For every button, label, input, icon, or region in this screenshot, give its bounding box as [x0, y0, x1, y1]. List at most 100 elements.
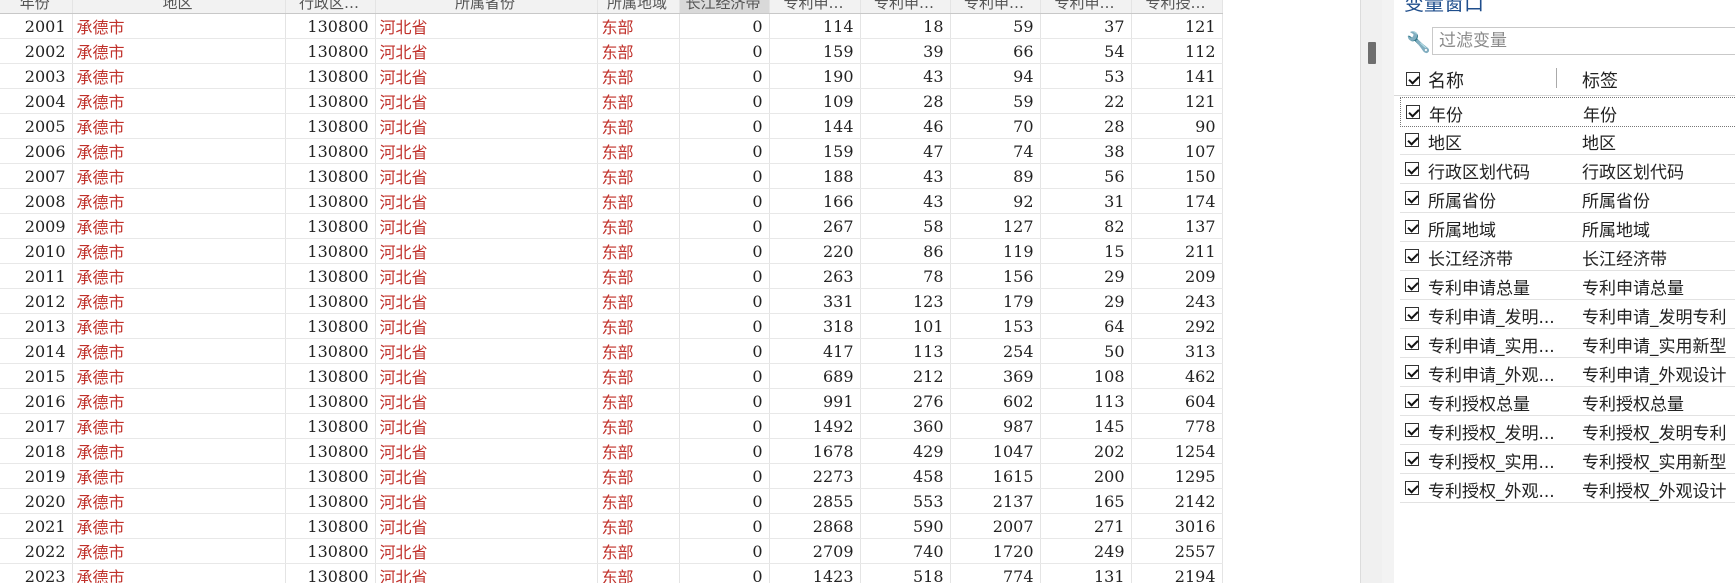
table-cell[interactable]: 承德市	[72, 238, 286, 264]
variable-row[interactable]: 专利申请_实用... 专利申请_实用新型	[1400, 329, 1735, 358]
table-cell[interactable]: 462	[1131, 363, 1223, 389]
table-cell[interactable]: 承德市	[72, 363, 286, 389]
table-cell[interactable]: 53	[1040, 63, 1132, 89]
table-cell[interactable]: 承德市	[72, 263, 286, 289]
table-cell[interactable]: 0	[679, 513, 770, 539]
table-cell[interactable]: 130800	[285, 513, 376, 539]
table-cell[interactable]: 2008	[0, 188, 73, 214]
table-cell[interactable]: 292	[1131, 313, 1223, 339]
table-cell[interactable]: 188	[769, 163, 861, 189]
table-cell[interactable]: 承德市	[72, 488, 286, 514]
table-cell[interactable]: 121	[1131, 13, 1223, 39]
table-cell[interactable]: 0	[679, 388, 770, 414]
table-cell[interactable]: 0	[679, 288, 770, 314]
table-cell[interactable]: 156	[950, 263, 1041, 289]
table-cell[interactable]: 318	[769, 313, 861, 339]
table-cell[interactable]: 河北省	[375, 563, 598, 583]
variable-checkbox[interactable]	[1406, 105, 1420, 119]
table-cell[interactable]: 2273	[769, 463, 861, 489]
table-cell[interactable]: 2016	[0, 388, 73, 414]
table-cell[interactable]: 130800	[285, 63, 376, 89]
table-cell[interactable]: 承德市	[72, 388, 286, 414]
table-cell[interactable]: 2011	[0, 263, 73, 289]
table-cell[interactable]: 东部	[597, 538, 680, 564]
table-cell[interactable]: 0	[679, 138, 770, 164]
table-cell[interactable]: 119	[950, 238, 1041, 264]
table-cell[interactable]: 承德市	[72, 538, 286, 564]
table-cell[interactable]: 131	[1040, 563, 1132, 583]
table-cell[interactable]: 2194	[1131, 563, 1223, 583]
variable-row[interactable]: 行政区划代码 行政区划代码	[1400, 155, 1735, 184]
table-cell[interactable]: 130800	[285, 338, 376, 364]
variable-checkbox[interactable]	[1405, 365, 1419, 379]
table-cell[interactable]: 29	[1040, 288, 1132, 314]
table-cell[interactable]: 承德市	[72, 113, 286, 139]
data-editor-grid[interactable]: 年份 地区 行政区… 所属省份 所属地域 长江经济带 专利申… 专利申… 专利申… 专利申… 专利授…	[0, 0, 1360, 583]
variable-row[interactable]: 专利授权_实用... 专利授权_实用新型	[1400, 445, 1735, 474]
table-cell[interactable]: 112	[1131, 38, 1223, 64]
table-cell[interactable]: 东部	[597, 513, 680, 539]
column-header[interactable]: 专利授…	[1131, 0, 1223, 14]
table-cell[interactable]: 东部	[597, 63, 680, 89]
table-cell[interactable]: 东部	[597, 288, 680, 314]
table-cell[interactable]: 2005	[0, 113, 73, 139]
table-cell[interactable]: 0	[679, 563, 770, 583]
table-cell[interactable]: 130800	[285, 163, 376, 189]
table-cell[interactable]: 74	[950, 138, 1041, 164]
table-cell[interactable]: 130800	[285, 538, 376, 564]
table-cell[interactable]: 承德市	[72, 338, 286, 364]
table-cell[interactable]: 39	[860, 38, 951, 64]
table-cell[interactable]: 121	[1131, 88, 1223, 114]
table-cell[interactable]: 159	[769, 38, 861, 64]
table-cell[interactable]: 东部	[597, 563, 680, 583]
table-cell[interactable]: 承德市	[72, 63, 286, 89]
table-cell[interactable]: 38	[1040, 138, 1132, 164]
table-cell[interactable]: 18	[860, 13, 951, 39]
column-header[interactable]: 年份	[0, 0, 73, 14]
table-cell[interactable]: 429	[860, 438, 951, 464]
table-cell[interactable]: 130800	[285, 138, 376, 164]
table-cell[interactable]: 河北省	[375, 38, 598, 64]
table-cell[interactable]: 78	[860, 263, 951, 289]
table-cell[interactable]: 276	[860, 388, 951, 414]
table-cell[interactable]: 0	[679, 313, 770, 339]
table-cell[interactable]: 590	[860, 513, 951, 539]
table-cell[interactable]: 东部	[597, 113, 680, 139]
table-cell[interactable]: 267	[769, 213, 861, 239]
table-cell[interactable]: 331	[769, 288, 861, 314]
table-cell[interactable]: 458	[860, 463, 951, 489]
table-cell[interactable]: 166	[769, 188, 861, 214]
table-cell[interactable]: 70	[950, 113, 1041, 139]
table-cell[interactable]: 河北省	[375, 188, 598, 214]
table-cell[interactable]: 东部	[597, 238, 680, 264]
table-cell[interactable]: 689	[769, 363, 861, 389]
table-cell[interactable]: 89	[950, 163, 1041, 189]
table-cell[interactable]: 河北省	[375, 538, 598, 564]
table-cell[interactable]: 150	[1131, 163, 1223, 189]
table-cell[interactable]: 0	[679, 438, 770, 464]
table-cell[interactable]: 河北省	[375, 313, 598, 339]
table-cell[interactable]: 209	[1131, 263, 1223, 289]
table-cell[interactable]: 740	[860, 538, 951, 564]
table-cell[interactable]: 174	[1131, 188, 1223, 214]
table-cell[interactable]: 211	[1131, 238, 1223, 264]
column-header[interactable]: 专利申…	[860, 0, 951, 14]
table-cell[interactable]: 2013	[0, 313, 73, 339]
variable-row[interactable]: 专利授权_发明... 专利授权_发明专利	[1400, 416, 1735, 445]
table-cell[interactable]: 河北省	[375, 363, 598, 389]
table-cell[interactable]: 河北省	[375, 238, 598, 264]
table-cell[interactable]: 河北省	[375, 63, 598, 89]
table-cell[interactable]: 22	[1040, 88, 1132, 114]
table-cell[interactable]: 130800	[285, 388, 376, 414]
variable-row[interactable]: 年份 年份	[1400, 97, 1735, 127]
variable-checkbox[interactable]	[1405, 278, 1419, 292]
vertical-scrollbar[interactable]	[1360, 0, 1383, 583]
table-cell[interactable]: 东部	[597, 163, 680, 189]
table-cell[interactable]: 2557	[1131, 538, 1223, 564]
table-cell[interactable]: 92	[950, 188, 1041, 214]
table-cell[interactable]: 承德市	[72, 438, 286, 464]
table-cell[interactable]: 2017	[0, 413, 73, 439]
variable-checkbox[interactable]	[1405, 162, 1419, 176]
table-cell[interactable]: 82	[1040, 213, 1132, 239]
table-cell[interactable]: 河北省	[375, 388, 598, 414]
